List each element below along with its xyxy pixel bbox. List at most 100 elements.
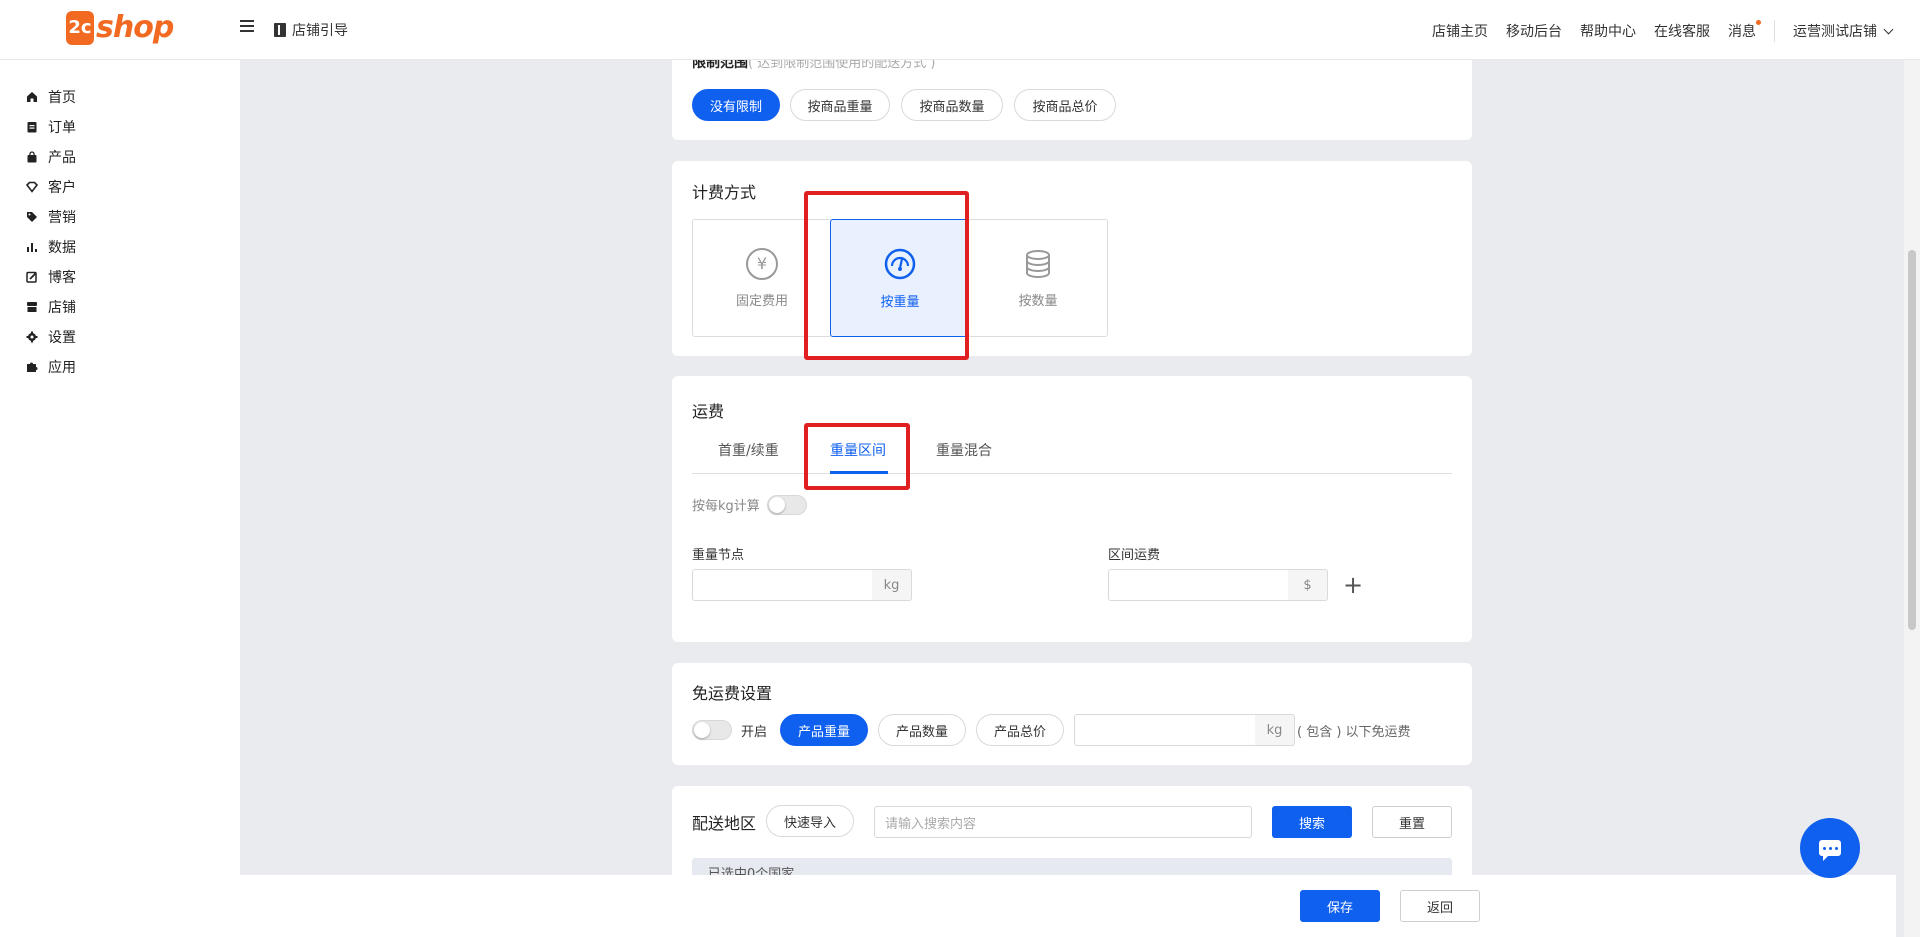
shipping-fee-title: 运费 (692, 402, 725, 421)
limit-option-none[interactable]: 没有限制 (692, 89, 780, 121)
sidebar-item-label: 数据 (48, 240, 76, 256)
edit-icon (26, 271, 37, 283)
region-reset-button[interactable]: 重置 (1372, 806, 1452, 838)
free-shipping-unit-suffix: kg (1255, 714, 1295, 746)
nav-mobile-admin[interactable]: 移动后台 (1506, 21, 1562, 41)
database-icon (1026, 249, 1050, 278)
sidebar-item-store[interactable]: 店铺 (26, 297, 76, 317)
diamond-icon (26, 181, 38, 193)
nav-messages[interactable]: 消息 (1728, 20, 1761, 41)
method-fixed-fee[interactable]: ¥ 固定费用 (692, 219, 832, 337)
gauge-icon (884, 248, 916, 279)
region-search-input[interactable]: 请输入搜索内容 (874, 806, 1252, 838)
sidebar-item-orders[interactable]: 订单 (26, 117, 76, 137)
sidebar-item-settings[interactable]: 设置 (26, 327, 76, 347)
free-option-quantity[interactable]: 产品数量 (878, 714, 966, 746)
method-by-quantity[interactable]: 按数量 (968, 219, 1108, 337)
weight-unit-suffix: kg (872, 569, 912, 601)
chevron-down-icon (1883, 24, 1894, 35)
fee-unit-suffix: $ (1288, 569, 1328, 601)
billing-method-card: 计费方式 ¥ 固定费用 按重量 按数量 (672, 161, 1472, 356)
method-label: 固定费用 (735, 293, 788, 309)
unread-dot (1756, 20, 1761, 25)
store-name: 运营测试店铺 (1793, 24, 1877, 40)
top-bar: 2c shop 店铺引导 店铺主页 移动后台 帮助中心 在线客服 消息 运营测试… (0, 0, 1920, 60)
nav-help-center[interactable]: 帮助中心 (1580, 21, 1636, 41)
sidebar-item-apps[interactable]: 应用 (26, 357, 76, 377)
store-icon (27, 302, 37, 312)
tab-first-weight[interactable]: 首重/续重 (718, 440, 779, 460)
tab-divider (692, 473, 1452, 474)
nav-store-home[interactable]: 店铺主页 (1432, 21, 1488, 41)
shipping-fee-card: 运费 首重/续重 重量区间 重量混合 按每kg计算 重量节点 kg 区间运费 $… (672, 376, 1472, 642)
range-fee-input[interactable] (1108, 569, 1289, 601)
bag-icon (27, 151, 37, 163)
gear-icon (26, 331, 38, 343)
quick-import-button[interactable]: 快速导入 (766, 805, 854, 837)
sidebar-item-products[interactable]: 产品 (26, 147, 76, 167)
sidebar-item-label: 营销 (48, 210, 76, 226)
scrollbar-thumb[interactable] (1908, 250, 1916, 630)
free-shipping-suffix-text: ( 包含 ) 以下免运费 (1297, 725, 1411, 740)
puzzle-icon (27, 362, 38, 372)
home-icon (27, 92, 37, 102)
store-switcher[interactable]: 运营测试店铺 (1793, 21, 1894, 41)
sidebar-item-label: 应用 (48, 360, 76, 376)
region-search-button[interactable]: 搜索 (1272, 806, 1352, 838)
sidebar-item-label: 博客 (48, 270, 76, 286)
method-by-weight[interactable]: 按重量 (830, 219, 970, 337)
chat-icon (1819, 840, 1841, 861)
yen-icon: ¥ (746, 247, 778, 280)
bar-chart-icon (27, 243, 37, 252)
sidebar-item-label: 首页 (48, 90, 76, 106)
method-label: 按重量 (880, 294, 920, 310)
free-shipping-card: 免运费设置 开启 产品重量 产品数量 产品总价 kg ( 包含 ) 以下免运费 (672, 663, 1472, 765)
active-tab-indicator (830, 471, 888, 474)
sidebar-item-label: 产品 (48, 150, 76, 166)
save-button[interactable]: 保存 (1300, 890, 1380, 922)
tab-weight-range[interactable]: 重量区间 (830, 440, 886, 460)
free-option-weight[interactable]: 产品重量 (780, 714, 868, 746)
add-range-icon[interactable]: + (1343, 569, 1363, 601)
billing-method-title: 计费方式 (692, 183, 757, 202)
menu-toggle-icon[interactable] (240, 20, 254, 34)
sidebar-item-blog[interactable]: 博客 (26, 267, 76, 287)
sidebar-item-label: 设置 (48, 330, 76, 346)
store-guide-link[interactable]: 店铺引导 (274, 20, 348, 40)
sidebar-item-customers[interactable]: 客户 (26, 177, 76, 197)
page-scrollbar[interactable] (1904, 60, 1920, 937)
clipboard-icon (27, 122, 37, 133)
sidebar: 首页 订单 产品 客户 营销 数据 博客 店铺 设置 应用 (0, 60, 240, 937)
range-fee-label: 区间运费 (1108, 548, 1161, 563)
delivery-region-title: 配送地区 (692, 814, 757, 833)
back-button[interactable]: 返回 (1400, 890, 1480, 922)
sidebar-item-home[interactable]: 首页 (26, 87, 76, 107)
method-label: 按数量 (1018, 293, 1058, 309)
store-guide-label: 店铺引导 (292, 23, 348, 39)
sidebar-item-label: 店铺 (48, 300, 76, 316)
free-option-total-price[interactable]: 产品总价 (976, 714, 1064, 746)
per-kg-label: 按每kg计算 (692, 499, 760, 514)
weight-node-input[interactable] (692, 569, 873, 601)
free-shipping-toggle[interactable] (692, 720, 732, 740)
weight-node-label: 重量节点 (692, 548, 745, 563)
top-nav: 店铺主页 移动后台 帮助中心 在线客服 消息 运营测试店铺 (1414, 20, 1894, 42)
delivery-region-card: 配送地区 快速导入 请输入搜索内容 搜索 重置 已选中0个国家 (672, 786, 1472, 886)
book-icon (274, 23, 286, 37)
sidebar-item-data[interactable]: 数据 (26, 237, 76, 257)
nav-online-support[interactable]: 在线客服 (1654, 21, 1710, 41)
tag-icon (27, 212, 37, 222)
free-shipping-threshold-input[interactable] (1074, 714, 1256, 746)
limit-option-quantity[interactable]: 按商品数量 (901, 89, 1003, 121)
limit-option-total-price[interactable]: 按商品总价 (1014, 89, 1116, 121)
tab-weight-mixed[interactable]: 重量混合 (936, 440, 992, 460)
sidebar-item-label: 客户 (48, 180, 76, 196)
nav-divider (1774, 20, 1775, 42)
nav-messages-label: 消息 (1728, 24, 1756, 40)
logo[interactable]: 2c shop (66, 10, 174, 45)
per-kg-toggle[interactable] (767, 495, 807, 515)
sidebar-item-label: 订单 (48, 120, 76, 136)
limit-option-weight[interactable]: 按商品重量 (790, 89, 890, 121)
chat-support-button[interactable] (1800, 818, 1860, 878)
sidebar-item-marketing[interactable]: 营销 (26, 207, 76, 227)
